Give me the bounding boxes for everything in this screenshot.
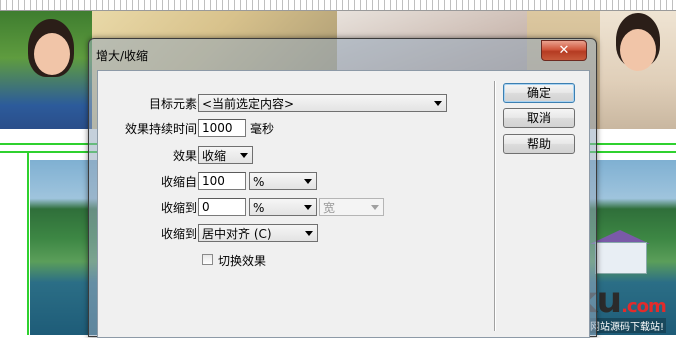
shrink-from-unit-value: % [253,175,265,189]
house [595,242,647,274]
shrink-from-input[interactable]: 100 [198,172,246,190]
top-ruler [0,0,676,11]
guide-line [27,151,29,335]
help-button[interactable]: 帮助 [503,134,575,154]
align-value: 居中对齐 (C) [202,227,272,241]
shrink-to-input[interactable]: 0 [198,198,246,216]
photo-girl-left [0,11,92,129]
shrink-from-unit-select[interactable]: % [249,172,317,190]
chevron-down-icon [240,153,248,158]
target-element-label: 目标元素: [148,97,201,111]
ok-button[interactable]: 确定 [503,83,575,103]
shrink-from-label: 收缩自: [160,175,201,189]
effect-value: 收缩 [202,149,227,163]
effect-label: 效果: [172,149,201,163]
shrink-to-dimension-value: 宽 [323,201,336,215]
effect-select[interactable]: 收缩 [198,146,253,164]
toggle-effect-checkbox[interactable] [202,254,213,265]
duration-label: 效果持续时间: [124,122,201,136]
shrink-to-label: 收缩到: [160,201,201,215]
photo-girl-right [600,11,676,129]
close-icon: ✕ [558,43,570,58]
dialog-content: 目标元素: <当前选定内容> 效果持续时间: 1000 毫秒 效果: 收缩 收缩… [97,70,590,338]
chevron-down-icon [305,231,313,236]
dialog-title: 增大/收缩 [96,49,149,63]
button-separator [494,81,496,331]
toggle-effect-label[interactable]: 切换效果 [218,252,266,269]
shrink-to-unit-select[interactable]: % [249,198,317,216]
duration-input[interactable]: 1000 [198,119,246,137]
grow-shrink-dialog: 增大/收缩 ✕ 目标元素: <当前选定内容> 效果持续时间: 1000 毫秒 效… [88,38,597,338]
shrink-to-unit-value: % [253,201,265,215]
align-select[interactable]: 居中对齐 (C) [198,224,318,242]
chevron-down-icon [304,205,312,210]
cancel-button[interactable]: 取消 [503,108,575,128]
close-button[interactable]: ✕ [541,40,587,61]
chevron-down-icon [434,101,442,106]
chevron-down-icon [304,179,312,184]
chevron-down-icon [371,205,379,210]
dialog-titlebar[interactable]: 增大/收缩 ✕ [89,39,596,71]
target-element-value: <当前选定内容> [202,97,295,111]
duration-unit: 毫秒 [250,122,275,136]
align-label: 收缩到: [160,227,201,241]
shrink-to-dimension-select: 宽 [319,198,384,216]
target-element-select[interactable]: <当前选定内容> [198,94,447,112]
